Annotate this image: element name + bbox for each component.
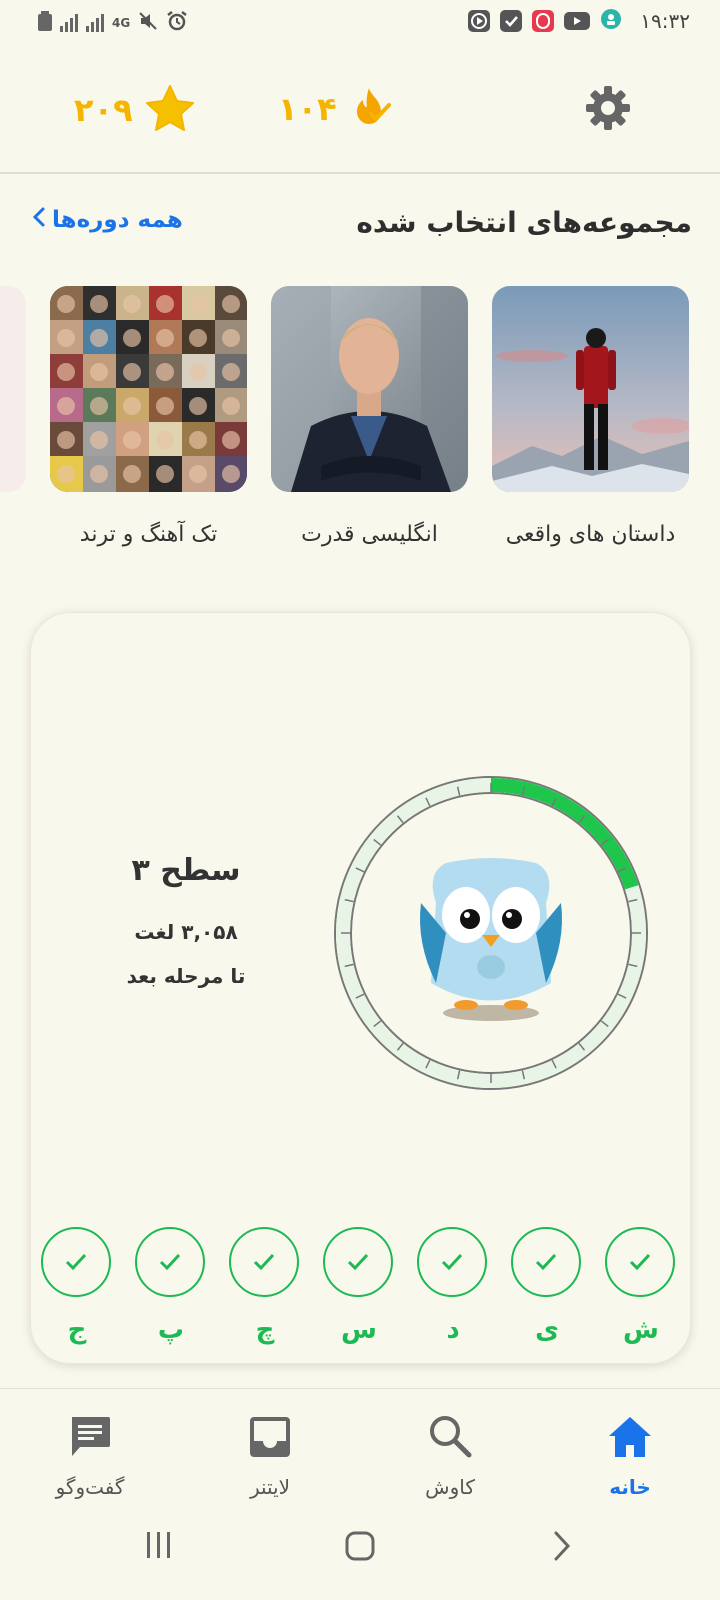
stars-stat[interactable]: ۲۰۹ bbox=[74, 84, 195, 136]
letter-step[interactable]: پ bbox=[135, 1227, 207, 1345]
check-icon bbox=[511, 1227, 581, 1297]
back-icon[interactable] bbox=[550, 1530, 574, 1566]
stars-count: ۲۰۹ bbox=[74, 91, 133, 129]
nav-chat[interactable]: گفت‌وگو bbox=[20, 1389, 160, 1499]
attachment-app-icon bbox=[532, 10, 555, 32]
streak-fire-icon bbox=[349, 84, 395, 134]
check-icon bbox=[229, 1227, 299, 1297]
mountain-hiker-image bbox=[492, 286, 689, 492]
home-button-icon[interactable] bbox=[344, 1530, 376, 1566]
letter-step[interactable]: چ bbox=[229, 1227, 301, 1345]
nav-explore[interactable]: کاوش bbox=[380, 1389, 520, 1499]
course-card-power-english[interactable]: انگلیسی قدرت bbox=[271, 286, 468, 547]
letter-label: د bbox=[446, 1315, 460, 1345]
letter-step[interactable]: ج bbox=[41, 1227, 113, 1345]
letter-step[interactable]: ش bbox=[605, 1227, 677, 1345]
check-icon bbox=[323, 1227, 393, 1297]
level-title: سطح ۳ bbox=[131, 853, 241, 888]
section-title: مجموعه‌های انتخاب شده bbox=[356, 206, 692, 239]
level-info: سطح ۳ ۳,۰۵۸ لغت تا مرحله بعد bbox=[121, 853, 251, 988]
signal-icon-2 bbox=[86, 14, 104, 32]
course-card-music[interactable]: تک آهنگ و ترند bbox=[50, 286, 247, 547]
speaker-portrait-image bbox=[271, 286, 468, 492]
streak-count: ۱۰۴ bbox=[278, 90, 337, 128]
check-icon bbox=[417, 1227, 487, 1297]
course-card-true-stories[interactable]: داستان های واقعی bbox=[492, 286, 689, 547]
gear-icon[interactable] bbox=[584, 84, 632, 136]
music-collage-image bbox=[50, 286, 247, 492]
search-icon bbox=[380, 1389, 520, 1459]
system-navigation-bar bbox=[0, 1530, 720, 1590]
chat-icon bbox=[20, 1389, 160, 1459]
nav-label: لایتنر bbox=[249, 1475, 291, 1499]
level-progress-ring bbox=[331, 773, 651, 1097]
checkbox-app-icon bbox=[500, 10, 523, 32]
owl-mascot-icon bbox=[420, 858, 562, 1021]
bottom-navigation: خانه کاوش لایتنر گفت‌وگو bbox=[0, 1388, 720, 1508]
status-bar: 4G ۱۹:۳۲ bbox=[0, 0, 720, 44]
vpn-icon bbox=[600, 8, 622, 34]
recent-apps-icon[interactable] bbox=[144, 1530, 174, 1564]
nav-label: خانه bbox=[609, 1475, 651, 1499]
letter-step[interactable]: د bbox=[417, 1227, 489, 1345]
check-icon bbox=[41, 1227, 111, 1297]
letter-label: چ bbox=[255, 1315, 275, 1345]
nav-home[interactable]: خانه bbox=[560, 1389, 700, 1499]
youtube-icon bbox=[564, 12, 591, 30]
streak-stat[interactable]: ۱۰۴ bbox=[278, 84, 395, 134]
letter-step[interactable]: ی bbox=[511, 1227, 583, 1345]
battery-icon bbox=[38, 11, 52, 35]
signal-icon bbox=[60, 14, 78, 32]
nav-label: گفت‌وگو bbox=[55, 1475, 125, 1499]
letter-label: ی bbox=[535, 1315, 559, 1345]
network-type: 4G bbox=[112, 16, 131, 30]
chevron-left-icon bbox=[32, 206, 46, 234]
nav-leitner[interactable]: لایتنر bbox=[200, 1389, 340, 1499]
completed-letters-row: ش ی د س چ پ ج bbox=[41, 1227, 681, 1347]
check-icon bbox=[605, 1227, 675, 1297]
letter-label: س bbox=[341, 1315, 377, 1345]
letter-step[interactable]: س bbox=[323, 1227, 395, 1345]
notification-icons: ۱۹:۳۲ bbox=[468, 8, 690, 34]
nav-label: کاوش bbox=[425, 1475, 475, 1499]
course-card-label: داستان های واقعی bbox=[505, 522, 676, 547]
header-divider bbox=[0, 172, 720, 174]
all-courses-link[interactable]: همه دوره‌ها bbox=[32, 206, 183, 234]
all-courses-label: همه دوره‌ها bbox=[52, 207, 183, 233]
featured-carousel[interactable]: تک آهنگ و ترند انگلیسی قدرت داستان های و… bbox=[0, 286, 720, 566]
partial-card[interactable] bbox=[0, 286, 26, 492]
next-stage-label: تا مرحله بعد bbox=[126, 964, 246, 988]
app-header: ۲۰۹ ۱۰۴ bbox=[0, 70, 720, 170]
inbox-icon bbox=[200, 1389, 340, 1459]
star-icon bbox=[145, 84, 195, 136]
letter-label: پ bbox=[157, 1315, 185, 1345]
course-card-label: انگلیسی قدرت bbox=[301, 522, 438, 547]
home-icon bbox=[560, 1389, 700, 1459]
check-icon bbox=[135, 1227, 205, 1297]
letter-label: ش bbox=[623, 1315, 659, 1345]
mute-icon bbox=[138, 11, 158, 35]
play-app-icon bbox=[468, 10, 491, 32]
course-card-label: تک آهنگ و ترند bbox=[79, 522, 218, 547]
clock: ۱۹:۳۲ bbox=[640, 9, 690, 33]
level-progress-card[interactable]: سطح ۳ ۳,۰۵۸ لغت تا مرحله بعد ش ی د س چ پ… bbox=[30, 612, 691, 1364]
status-indicators: 4G bbox=[38, 10, 188, 36]
words-remaining: ۳,۰۵۸ لغت bbox=[134, 920, 238, 944]
letter-label: ج bbox=[67, 1315, 87, 1345]
alarm-icon bbox=[166, 10, 188, 36]
